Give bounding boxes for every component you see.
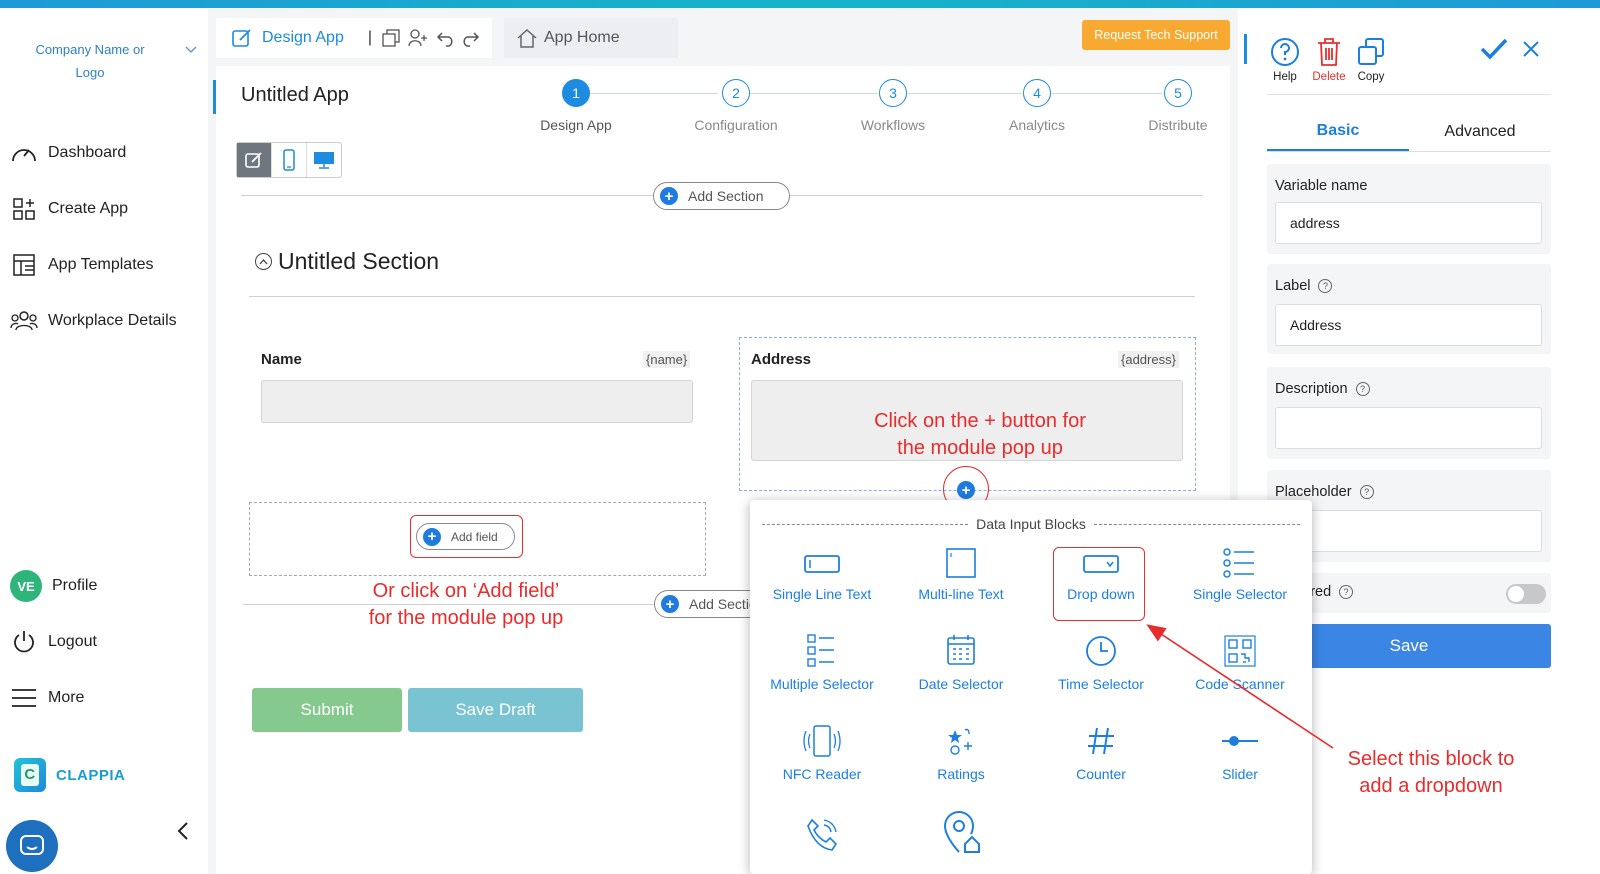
annotation-select-block: Select this block to add a dropdown (1300, 746, 1562, 800)
annotation-arrow (1146, 624, 1334, 749)
annotation-line: add a dropdown (1359, 775, 1503, 797)
annotation-line: Select this block to (1347, 748, 1515, 770)
